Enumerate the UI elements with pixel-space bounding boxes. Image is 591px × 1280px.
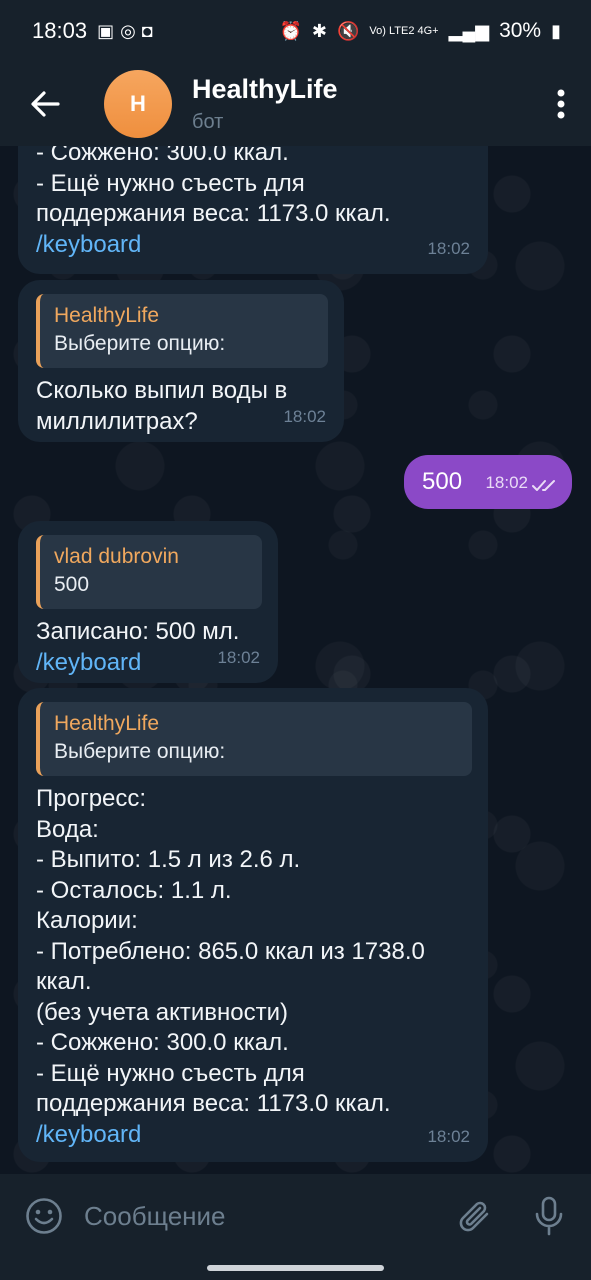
reply-quote[interactable]: vlad dubrovin 500 bbox=[36, 535, 262, 609]
reply-author: HealthyLife bbox=[54, 712, 160, 735]
attach-button[interactable] bbox=[445, 1197, 505, 1235]
notification-icons: ▣ ◎ ◘ bbox=[97, 21, 153, 42]
message-line: - Ещё нужно съесть для bbox=[36, 1059, 305, 1087]
status-right: ⏰ ✱ 🔇 Vo) LTE2 4G+ ▂▄▆ 30% ▮ bbox=[279, 19, 561, 43]
outgoing-message-bubble[interactable]: 500 18:02 bbox=[404, 455, 572, 509]
message-line: - Потреблено: 865.0 ккал из 1738.0 bbox=[36, 937, 425, 965]
mute-icon: 🔇 bbox=[336, 20, 360, 41]
message-line: Калории: bbox=[36, 907, 138, 934]
reply-author: vlad dubrovin bbox=[54, 545, 179, 568]
whatsapp-icon: ◎ bbox=[120, 20, 136, 41]
message-line: - Осталось: 1.1 л. bbox=[36, 876, 232, 904]
reply-text: 500 bbox=[54, 573, 90, 596]
shield-icon: ◘ bbox=[141, 20, 153, 41]
message-time: 18:02 bbox=[427, 238, 470, 258]
message-line: Вода: bbox=[36, 815, 99, 843]
battery-icon: ▮ bbox=[551, 20, 561, 41]
chat-title: HealthyLife bbox=[192, 74, 338, 104]
message-bubble[interactable]: HealthyLife Выберите опцию: Сколько выпи… bbox=[18, 280, 344, 442]
message-bubble[interactable]: HealthyLife Выберите опцию: Прогресс: Во… bbox=[18, 688, 488, 1162]
status-bar: 18:03 ▣ ◎ ◘ ⏰ ✱ 🔇 Vo) LTE2 4G+ ▂▄▆ 30% ▮ bbox=[0, 0, 591, 62]
battery-level: 30% bbox=[499, 19, 542, 42]
gallery-icon: ▣ bbox=[97, 20, 115, 41]
microphone-icon bbox=[535, 1196, 563, 1236]
message-line: поддержания веса: 1173.0 ккал. bbox=[36, 200, 391, 227]
message-time: 18:02 bbox=[485, 473, 528, 492]
message-line: - Сожжено: 300.0 ккал. bbox=[36, 146, 289, 166]
emoji-button[interactable] bbox=[14, 1197, 74, 1235]
alarm-icon: ⏰ bbox=[279, 20, 302, 41]
bluetooth-icon: ✱ bbox=[311, 20, 327, 41]
message-line: Прогресс: bbox=[36, 785, 147, 812]
chat-subtitle: бот bbox=[192, 111, 224, 133]
message-text: 500 bbox=[422, 468, 463, 495]
signal-icon: ▂▄▆ bbox=[448, 20, 490, 41]
message-line: - Ещё нужно съесть для bbox=[36, 169, 305, 197]
microphone-button[interactable] bbox=[519, 1196, 579, 1236]
message-line: - Выпито: 1.5 л из 2.6 л. bbox=[36, 846, 301, 873]
paperclip-icon bbox=[459, 1201, 489, 1232]
home-handle[interactable] bbox=[207, 1265, 384, 1271]
reply-quote[interactable]: HealthyLife Выберите опцию: bbox=[36, 294, 328, 368]
keyboard-link[interactable]: /keyboard bbox=[36, 1120, 472, 1151]
chat-area[interactable]: - Сожжено: 300.0 ккал. - Ещё нужно съест… bbox=[0, 146, 591, 1174]
message-line: поддержания веса: 1173.0 ккал. bbox=[36, 1090, 391, 1117]
message-line: ккал. bbox=[36, 968, 92, 995]
reply-text: Выберите опцию: bbox=[54, 740, 226, 763]
signal-text: Vo) LTE2 4G+ bbox=[369, 25, 439, 37]
message-bubble[interactable]: - Сожжено: 300.0 ккал. - Ещё нужно съест… bbox=[18, 146, 488, 274]
smile-icon bbox=[26, 1198, 62, 1234]
double-check-icon bbox=[532, 480, 555, 491]
avatar[interactable]: H bbox=[104, 70, 172, 138]
message-time: 18:02 bbox=[427, 1126, 470, 1146]
chat-header: H HealthyLife бот bbox=[0, 62, 591, 146]
avatar-letter: H bbox=[130, 91, 146, 116]
more-vertical-icon bbox=[557, 89, 565, 119]
system-nav-bar bbox=[0, 1258, 591, 1280]
message-time: 18:02 bbox=[283, 406, 326, 426]
chat-title-block[interactable]: HealthyLife бот bbox=[192, 74, 338, 134]
keyboard-link[interactable]: /keyboard bbox=[36, 230, 470, 261]
reply-text: Выберите опцию: bbox=[54, 332, 226, 355]
message-line: (без учета активности) bbox=[36, 998, 289, 1026]
message-time: 18:02 bbox=[217, 647, 260, 667]
reply-quote[interactable]: HealthyLife Выберите опцию: bbox=[36, 702, 472, 776]
arrow-left-icon bbox=[31, 91, 60, 117]
message-composer: Сообщение bbox=[0, 1174, 591, 1258]
message-line: - Сожжено: 300.0 ккал. bbox=[36, 1029, 289, 1056]
status-time: 18:03 bbox=[32, 18, 88, 43]
back-button[interactable] bbox=[0, 62, 90, 146]
message-bubble[interactable]: vlad dubrovin 500 Записано: 500 мл. /key… bbox=[18, 521, 278, 683]
reply-author: HealthyLife bbox=[54, 304, 160, 327]
menu-button[interactable] bbox=[531, 62, 591, 146]
message-input[interactable]: Сообщение bbox=[84, 1201, 226, 1232]
